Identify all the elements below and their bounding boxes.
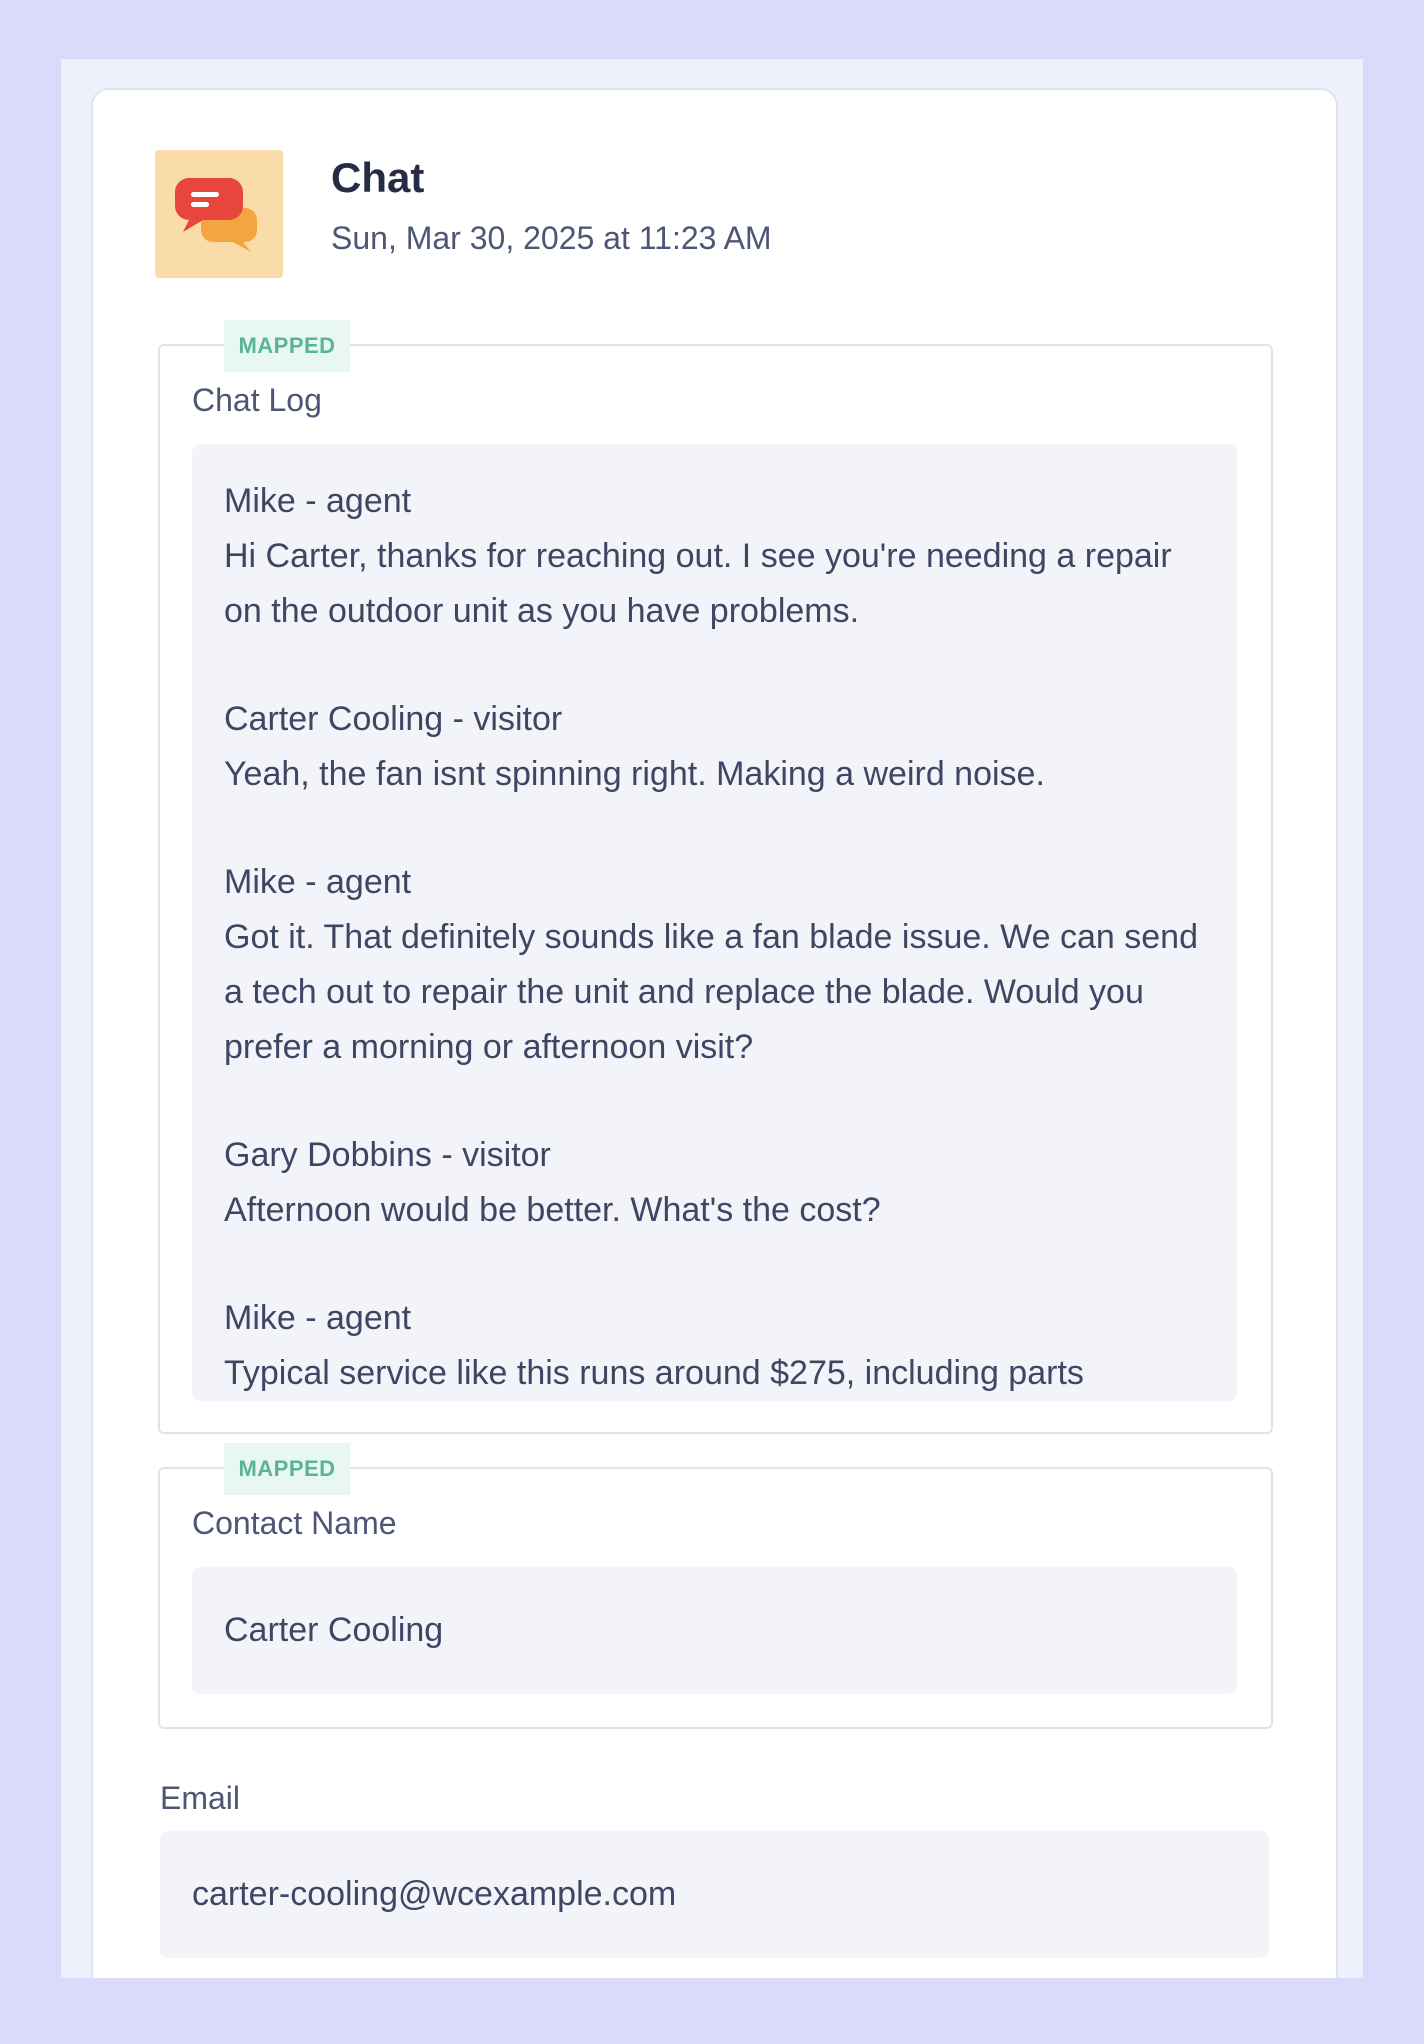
- mapped-badge: MAPPED: [224, 1443, 350, 1495]
- chat-sender: Mike - agent: [224, 1299, 412, 1337]
- contact-name-value[interactable]: Carter Cooling: [192, 1567, 1237, 1694]
- email-value[interactable]: carter-cooling@wcexample.com: [160, 1831, 1269, 1958]
- chat-text: Got it. That definitely sounds like a fa…: [224, 918, 1198, 1066]
- chat-text: Afternoon would be better. What's the co…: [224, 1191, 881, 1229]
- chat-text: Yeah, the fan isnt spinning right. Makin…: [224, 755, 1045, 793]
- chat-log-field: MAPPED Chat Log Mike - agent Hi Carter, …: [158, 320, 1273, 1434]
- chat-message: Mike - agent Typical service like this r…: [224, 1291, 1205, 1401]
- chat-sender: Mike - agent: [224, 863, 412, 901]
- record-header: Chat Sun, Mar 30, 2025 at 11:23 AM: [155, 150, 1255, 280]
- record-timestamp: Sun, Mar 30, 2025 at 11:23 AM: [331, 220, 772, 256]
- chat-sender: Gary Dobbins - visitor: [224, 1136, 551, 1174]
- contact-name-label: Contact Name: [192, 1505, 397, 1541]
- chat-log-content[interactable]: Mike - agent Hi Carter, thanks for reach…: [192, 444, 1237, 1401]
- chat-message: Gary Dobbins - visitor Afternoon would b…: [224, 1128, 1205, 1238]
- chat-sender: Mike - agent: [224, 482, 412, 520]
- record-title: Chat: [331, 154, 425, 201]
- chat-message: Mike - agent Got it. That definitely sou…: [224, 855, 1205, 1075]
- chat-text: Hi Carter, thanks for reaching out. I se…: [224, 537, 1172, 630]
- chat-log-label: Chat Log: [192, 382, 322, 418]
- page-frame: Chat Sun, Mar 30, 2025 at 11:23 AM MAPPE…: [61, 59, 1363, 1978]
- email-label: Email: [160, 1780, 241, 1816]
- chat-sender: Carter Cooling - visitor: [224, 700, 563, 738]
- chat-bubbles-icon: [155, 150, 283, 278]
- chat-record-card: Chat Sun, Mar 30, 2025 at 11:23 AM MAPPE…: [91, 88, 1338, 1978]
- chat-message: Carter Cooling - visitor Yeah, the fan i…: [224, 692, 1205, 802]
- chat-message: Mike - agent Hi Carter, thanks for reach…: [224, 474, 1205, 639]
- mapped-badge: MAPPED: [224, 320, 350, 372]
- chat-text: Typical service like this runs around $2…: [224, 1354, 1084, 1392]
- contact-name-field: MAPPED Contact Name Carter Cooling: [158, 1443, 1273, 1729]
